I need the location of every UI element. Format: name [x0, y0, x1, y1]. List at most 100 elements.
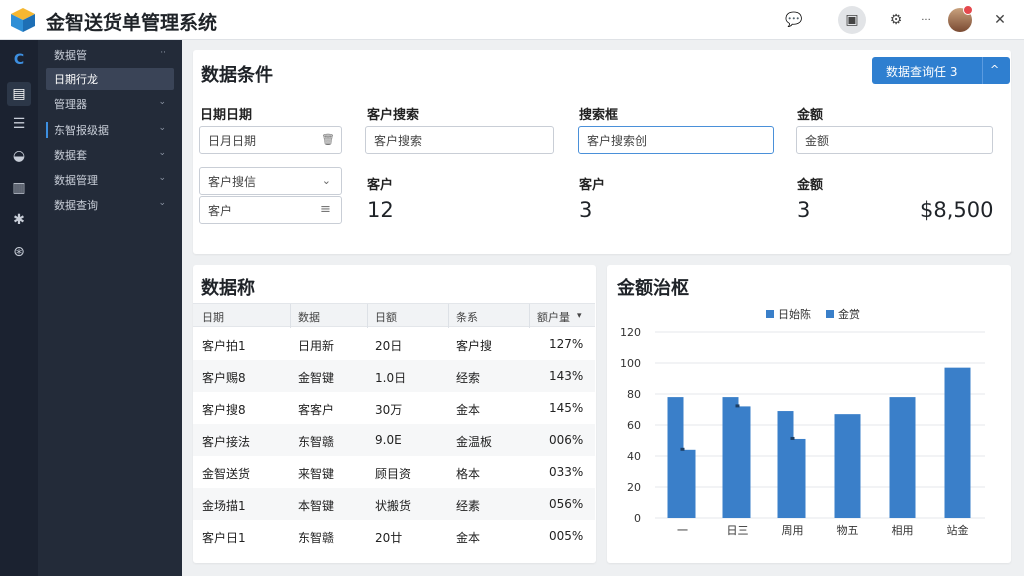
table-cell: 20日: [375, 339, 403, 353]
table-cell: 客户搜: [456, 339, 493, 353]
icon-rail: C ▤ ☰ ◒ ▥ ✱ ⊛: [0, 40, 38, 576]
x-tick-label: 日三: [727, 524, 749, 537]
x-tick-label: 一: [677, 524, 688, 537]
rail-help[interactable]: ⊛: [7, 240, 31, 264]
table-row[interactable]: 客户搜8 客客户 30万 金本 145%: [193, 392, 595, 424]
column-divider: [448, 304, 449, 328]
more-button[interactable]: ···: [912, 6, 940, 34]
legend-swatch: [766, 310, 774, 318]
customer-search-label: 客户搜索: [367, 108, 420, 123]
notification-badge: [963, 5, 973, 15]
more-icon: ··: [160, 48, 166, 58]
table-cell: 东智赣: [298, 531, 335, 545]
table-title: 数据称: [201, 278, 255, 299]
x-tick-label: 物五: [837, 523, 859, 537]
total-amount: $8,500: [920, 198, 994, 222]
sidebar-item-reports[interactable]: 东智报级据 ⌄: [46, 119, 174, 141]
rail-list[interactable]: ☰: [7, 112, 31, 136]
conditions-title: 数据条件: [201, 65, 273, 86]
table-row[interactable]: 客户赐8 金智键 1.0日 经索 143%: [193, 360, 595, 392]
brand-c-icon: C: [13, 52, 25, 68]
customer-select[interactable]: 客户搜信 ⌄: [199, 167, 342, 195]
table-cell: 日用新: [298, 339, 335, 353]
table-cell: 客户搜8: [202, 403, 246, 417]
search-box-input[interactable]: [578, 126, 774, 154]
y-tick-label: 60: [627, 419, 641, 432]
sidebar-item-data-query[interactable]: 数据查询 ⌄: [46, 194, 174, 216]
table-cell: 20廿: [375, 531, 403, 545]
table-cell: 状搬货: [375, 499, 412, 513]
amount-label: 金额: [797, 108, 824, 123]
bar-series-1: [777, 411, 794, 518]
settings-button[interactable]: ⚙: [882, 6, 910, 34]
table-cell: 005%: [549, 529, 584, 543]
sidebar-item-manager[interactable]: 管理器 ⌄: [46, 93, 174, 115]
sidebar-item-data-manage[interactable]: 数据管 ··: [46, 44, 174, 66]
sidebar-item-data-set[interactable]: 数据套 ⌄: [46, 144, 174, 166]
table-cell: 经索: [456, 371, 481, 385]
y-tick-label: 120: [620, 326, 641, 339]
bar-marker: [680, 447, 685, 451]
legend-label: 日始陈: [778, 307, 811, 321]
y-tick-label: 0: [634, 512, 641, 525]
column-header[interactable]: 数据: [298, 309, 320, 325]
column-header[interactable]: 日期: [202, 309, 224, 325]
chart-title: 金额治枢: [617, 278, 689, 299]
customer-search-input[interactable]: [365, 126, 554, 154]
table-row[interactable]: 金智送货 来智键 顾目资 格本 033%: [193, 456, 595, 488]
chevron-up-icon[interactable]: ^: [990, 63, 999, 76]
query-button-label: 数据查询任 3: [886, 65, 958, 79]
bar-series-1: [944, 367, 971, 518]
table-cell: 30万: [375, 403, 403, 417]
column-divider: [367, 304, 368, 328]
table-header: 日期 数据 日额 条系 额户量 ▾: [193, 303, 595, 328]
x-tick-label: 相用: [892, 524, 914, 537]
document-button[interactable]: ▣: [838, 6, 866, 34]
rail-documents[interactable]: ▤: [7, 82, 31, 106]
document-icon: ▣: [845, 12, 859, 28]
column-header[interactable]: 条系: [456, 309, 478, 325]
help-icon: ⊛: [13, 244, 25, 260]
column-divider: [529, 304, 530, 328]
table-cell: 经素: [456, 499, 481, 513]
close-button[interactable]: ✕: [986, 6, 1014, 34]
table-cell: 东智赣: [298, 435, 335, 449]
table-cell: 金智键: [298, 371, 335, 385]
table-cell: 056%: [549, 497, 584, 511]
app-logo-icon: [11, 8, 35, 32]
query-button[interactable]: 数据查询任 3 ^: [872, 57, 1010, 84]
table-row[interactable]: 金场描1 本智键 状搬货 经素 056%: [193, 488, 595, 520]
sidebar-item-label: 数据查询: [54, 199, 98, 212]
menu-icon[interactable]: ≡: [320, 202, 331, 217]
rail-stack[interactable]: ◒: [7, 144, 31, 168]
table-cell: 金智送货: [202, 467, 251, 481]
split-divider: [982, 57, 983, 84]
rail-settings[interactable]: ✱: [7, 208, 31, 232]
sidebar-item-date[interactable]: 日期行龙: [46, 68, 174, 90]
bar-marker: [790, 436, 795, 440]
sidebar-item-data-admin[interactable]: 数据管理 ⌄: [46, 169, 174, 191]
column-header[interactable]: 额户量: [537, 309, 570, 325]
bar-series-2: [683, 449, 696, 518]
table-cell: 金本: [456, 531, 481, 545]
table-cell: 顾目资: [375, 467, 412, 481]
column-divider: [290, 304, 291, 328]
bar-series-1: [834, 414, 861, 518]
table-row[interactable]: 客户拍1 日用新 20日 客户搜 127%: [193, 328, 595, 360]
amount-input[interactable]: [796, 126, 993, 154]
rail-brand[interactable]: C: [7, 48, 31, 72]
bar-series-2: [793, 438, 806, 518]
sort-icon[interactable]: ▾: [577, 311, 582, 321]
table-cell: 金场描1: [202, 499, 246, 513]
column-header[interactable]: 日额: [375, 309, 397, 325]
y-tick-label: 40: [627, 450, 641, 463]
rail-charts[interactable]: ▥: [7, 176, 31, 200]
table-cell: 格本: [456, 467, 481, 481]
chevron-down-icon: ⌄: [158, 97, 166, 107]
table-row[interactable]: 客户接法 东智赣 9.0E 金温板 006%: [193, 424, 595, 456]
table-row[interactable]: 客户日1 东智赣 20廿 金本 005%: [193, 520, 595, 552]
trash-icon[interactable]: 🗑: [321, 133, 335, 146]
feedback-button[interactable]: 💬: [780, 6, 808, 34]
gear-icon: ✱: [13, 212, 25, 228]
bar-series-2: [738, 406, 751, 518]
